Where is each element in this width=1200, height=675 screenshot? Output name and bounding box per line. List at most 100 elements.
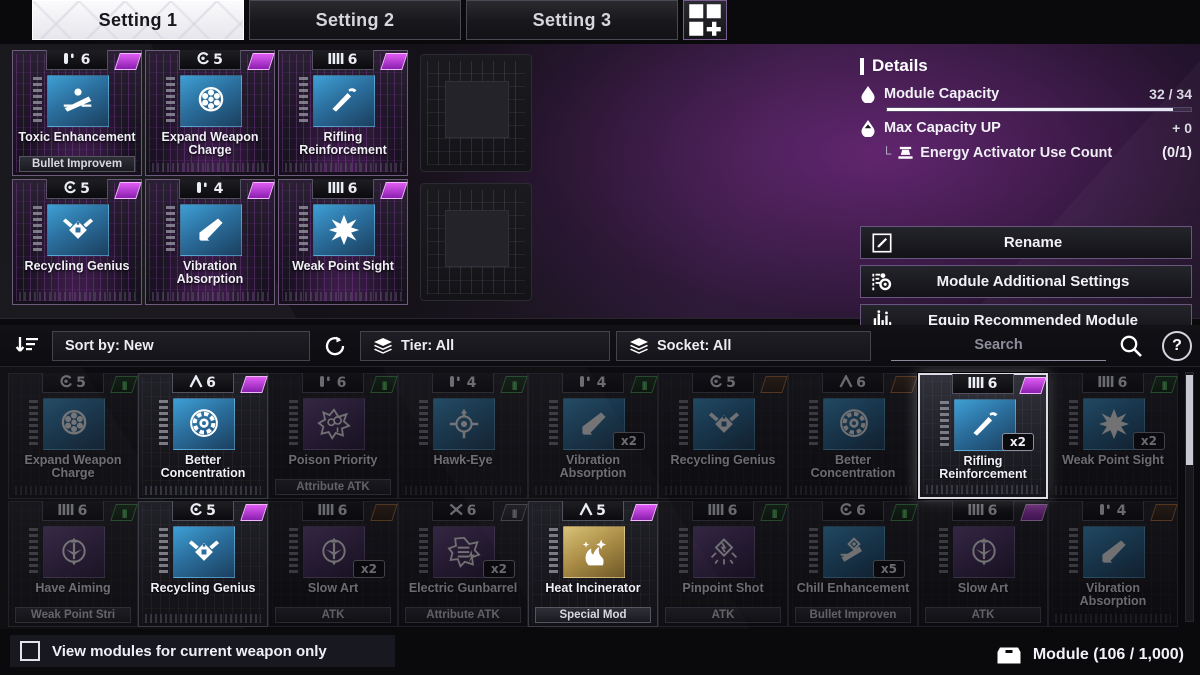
module-quantity-badge: x2: [482, 560, 515, 578]
burst-icon: [1098, 408, 1130, 440]
module-tier-badge: 6: [42, 501, 104, 521]
pencil-icon: [872, 232, 892, 253]
inventory-module-card[interactable]: 6 ||| x5 Chill Enhancement Bullet Improven: [788, 501, 918, 627]
module-socket-badge: [630, 504, 658, 521]
energy-ladder-icon: [549, 400, 558, 448]
energy-ladder-icon: [1069, 400, 1078, 448]
details-panel: Details Module Capacity 32 / 34 Max Capa…: [860, 56, 1192, 161]
equipped-module-card[interactable]: 6 Rifling Reinforcement: [278, 50, 408, 176]
inventory-module-card[interactable]: 6 ||| Have Aiming Weak Point Stri: [8, 501, 138, 627]
gear-ring-icon: [190, 409, 218, 437]
sort-by-label: Sort by: New: [65, 337, 154, 354]
energy-ladder-icon: [549, 528, 558, 576]
energy-ladder-icon: [809, 400, 818, 448]
sort-by-dropdown[interactable]: Sort by: New: [52, 330, 310, 361]
inventory-module-card[interactable]: 5 Recycling Genius: [138, 501, 268, 627]
module-name: Toxic Enhancement: [18, 130, 136, 144]
empty-module-slot[interactable]: [420, 183, 532, 301]
inventory-module-card[interactable]: 6 ||| Pinpoint Shot ATK: [658, 501, 788, 627]
equipped-module-card[interactable]: 6 Weak Point Sight: [278, 179, 408, 305]
equipped-module-card[interactable]: 5 Recycling Genius: [12, 179, 142, 305]
tab-label: Setting 3: [532, 9, 612, 30]
tab-setting-1[interactable]: Setting 1: [32, 0, 244, 40]
reset-filters-button[interactable]: [316, 331, 354, 361]
tab-setting-2[interactable]: Setting 2: [249, 0, 461, 40]
search-placeholder: Search: [974, 337, 1023, 353]
module-quantity-badge: x2: [612, 432, 645, 450]
inventory-module-card[interactable]: 4 ||| Hawk-Eye: [398, 373, 528, 499]
module-tier-value: 6: [347, 180, 359, 197]
socket-filter-dropdown[interactable]: Socket: All: [616, 330, 871, 361]
module-additional-settings-button[interactable]: Module Additional Settings: [860, 265, 1192, 298]
view-current-weapon-only-checkbox[interactable]: View modules for current weapon only: [10, 635, 395, 667]
aim-circle-icon: [972, 537, 996, 566]
scrollbar-thumb[interactable]: [1186, 375, 1193, 465]
module-socket-badge: |||: [890, 504, 918, 521]
inventory-module-card[interactable]: 6 x2 Rifling Reinforcement: [918, 373, 1048, 499]
poison-burst-icon: [317, 408, 351, 440]
tab-setting-3[interactable]: Setting 3: [466, 0, 678, 40]
module-tier-value: 6: [466, 502, 478, 519]
module-tier-badge: 6: [952, 374, 1014, 394]
empty-module-slot[interactable]: [420, 54, 532, 172]
layers-icon: [630, 337, 648, 354]
equipped-module-card[interactable]: 4 Vibration Absorption: [145, 179, 275, 305]
energy-ladder-icon: [159, 400, 168, 448]
module-count-label: Module (106 / 1,000): [1032, 646, 1184, 663]
inventory-module-card[interactable]: 5 Heat Incinerator Special Mod: [528, 501, 658, 627]
module-socket-badge: [247, 182, 275, 199]
inventory-module-card[interactable]: 6 ||| x2 Weak Point Sight: [1048, 373, 1178, 499]
module-thumbnail: [693, 398, 755, 450]
socket-glyph-icon: |||: [511, 379, 517, 390]
inventory-module-card[interactable]: 5 ||| Expand Weapon Charge: [8, 373, 138, 499]
inventory-module-card[interactable]: 6 Better Concentration: [138, 373, 268, 499]
module-tier-badge: 5: [46, 179, 108, 199]
module-tier-value: 4: [596, 374, 608, 391]
module-name: Chill Enhancement: [796, 581, 910, 595]
energy-ladder-icon: [679, 528, 688, 576]
module-capacity-row: Module Capacity 32 / 34: [860, 85, 1192, 103]
module-tier-value: 5: [596, 502, 607, 519]
inventory-module-card[interactable]: 6 ||| Poison Priority Attribute ATK: [268, 373, 398, 499]
module-socket-badge: |||: [630, 376, 658, 393]
module-socket-badge: [760, 376, 788, 393]
module-tier-badge: 6: [952, 501, 1014, 521]
module-name: Expand Weapon Charge: [161, 130, 259, 157]
energy-ladder-icon: [679, 400, 688, 448]
help-button[interactable]: ?: [1162, 330, 1192, 361]
inventory-module-card[interactable]: 6 x2 Slow Art ATK: [268, 501, 398, 627]
socket-glyph-icon: |||: [121, 379, 127, 390]
equipped-module-card[interactable]: 5 Expand Weapon Charge: [145, 50, 275, 176]
module-tier-value: 4: [466, 374, 478, 391]
inventory-module-card[interactable]: 4 ||| x2 Vibration Absorption: [528, 373, 658, 499]
sort-direction-button[interactable]: [8, 331, 46, 361]
aim-circle-icon: [322, 537, 346, 566]
module-thumbnail: [43, 398, 105, 450]
search-input[interactable]: Search: [891, 331, 1106, 361]
inventory-module-card[interactable]: 6 Better Concentration: [788, 373, 918, 499]
equipped-modules-panel: 6 Toxic Enhancement Bullet Improvem 5 Expand…: [12, 50, 542, 305]
inventory-scrollbar[interactable]: [1185, 372, 1194, 622]
module-thumbnail: [47, 204, 109, 256]
module-tier-value: 6: [336, 374, 348, 391]
energy-ladder-icon: [289, 400, 298, 448]
inventory-module-card[interactable]: 6 Slow Art ATK: [918, 501, 1048, 627]
module-name: Have Aiming: [35, 581, 111, 595]
equipped-module-card[interactable]: 6 Toxic Enhancement Bullet Improvem: [12, 50, 142, 176]
inventory-module-card[interactable]: 5 Recycling Genius: [658, 373, 788, 499]
search-button[interactable]: [1112, 331, 1150, 361]
inventory-module-card[interactable]: 4 Vibration Absorption: [1048, 501, 1178, 627]
module-thumbnail: [180, 204, 242, 256]
card-footer-strip: [1055, 614, 1171, 623]
module-tier-badge: 6: [432, 501, 494, 521]
droplet-up-icon: [861, 120, 875, 137]
tier-filter-label: Tier: All: [401, 337, 455, 354]
rename-button[interactable]: Rename: [860, 226, 1192, 259]
chill-icon: [840, 537, 862, 562]
module-thumbnail: [433, 398, 495, 450]
tier-filter-dropdown[interactable]: Tier: All: [360, 330, 610, 361]
tab-label: Setting 1: [98, 9, 178, 30]
inventory-module-card[interactable]: 6 ||| x2 Electric Gunbarrel Attribute ATK: [398, 501, 528, 627]
add-preset-button[interactable]: [683, 0, 727, 40]
module-name: Recycling Genius: [150, 581, 256, 595]
